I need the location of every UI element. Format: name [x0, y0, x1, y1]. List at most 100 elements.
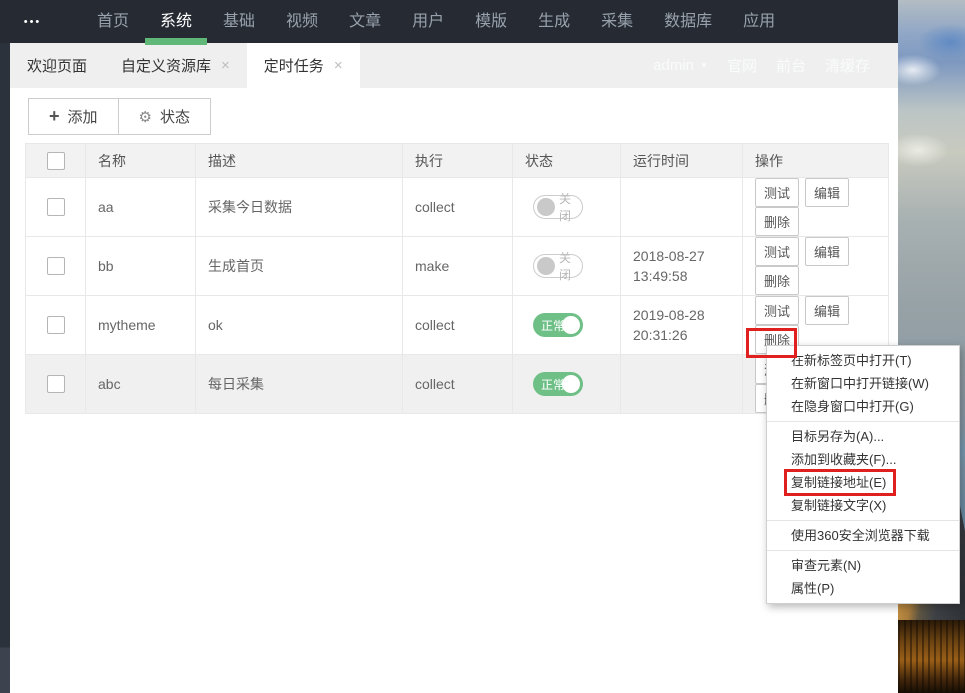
main-content: + 添加 ⚙ 状态 名称 描述 执行 状态 运行时间 操作 aa 采集今日数据 collect… — [10, 88, 898, 693]
status-toggle-label: 关闭 — [559, 251, 572, 282]
table-row: abc每日采集collect正常测试编辑删除 — [25, 354, 889, 414]
action-test-button[interactable]: 测试 — [755, 296, 800, 325]
cell-exec: collect — [402, 177, 513, 237]
status-button-label: 状态 — [159, 109, 190, 126]
context-menu-item[interactable]: 在新标签页中打开(T) — [767, 349, 959, 372]
context-menu-item[interactable]: 复制链接地址(E) — [767, 471, 959, 494]
action-delete-button[interactable]: 删除 — [755, 266, 800, 295]
context-menu: 在新标签页中打开(T) 在新窗口中打开链接(W) 在隐身窗口中打开(G) 目标另存为(… — [766, 345, 960, 604]
cell-name: bb — [85, 236, 196, 296]
action-edit-button[interactable]: 编辑 — [805, 296, 850, 325]
tabs: 欢迎页面 自定义资源库 × 定时任务 × — [10, 43, 360, 88]
col-header-4: 状态 — [512, 143, 621, 178]
col-header-6: 操作 — [742, 143, 889, 178]
context-menu-item[interactable]: 属性(P) — [767, 577, 959, 600]
toggle-knob-icon — [562, 316, 580, 334]
action-delete-button[interactable]: 删除 — [755, 207, 800, 236]
context-menu-item[interactable]: 使用360安全浏览器下载 — [767, 524, 959, 547]
row-checkbox[interactable] — [46, 375, 65, 393]
userbar-link-1[interactable]: 官网 — [727, 55, 757, 76]
action-test-button[interactable]: 测试 — [755, 178, 800, 207]
wallpaper-water — [898, 620, 965, 693]
select-all-checkbox[interactable] — [46, 151, 65, 170]
cell-runtime — [620, 177, 743, 237]
tab-close-icon[interactable]: × — [334, 57, 343, 74]
status-toggle-label: 关闭 — [559, 192, 572, 223]
userbar-link-2[interactable]: 前台 — [776, 55, 806, 76]
user-bar: admin ▼ 官网 前台 清缓存 — [653, 43, 870, 88]
status-toggle[interactable]: 正常 — [533, 313, 583, 337]
cell-name: mytheme — [85, 295, 196, 355]
task-table: 名称 描述 执行 状态 运行时间 操作 aa 采集今日数据 collect 关闭 测试 编辑删除 bb… — [25, 143, 889, 414]
col-header-5: 运行时间 — [620, 143, 743, 178]
nav-item-6[interactable]: 用户 — [412, 0, 444, 43]
toggle-knob-icon — [537, 198, 555, 216]
nav-item-7[interactable]: 模版 — [475, 0, 507, 43]
gear-icon: ⚙ — [138, 108, 152, 126]
cell-exec: make — [402, 236, 513, 296]
cell-description: 采集今日数据 — [195, 177, 403, 237]
context-menu-item[interactable]: 添加到收藏夹(F)... — [767, 448, 959, 471]
nav-item-4[interactable]: 视频 — [286, 0, 318, 43]
table-row: bb 生成首页 make 关闭 2018-08-27 13:49:58 测试 编辑删除 — [25, 236, 889, 296]
caret-down-icon: ▼ — [700, 61, 708, 70]
col-header-2: 描述 — [195, 143, 403, 178]
tab-bar: 欢迎页面 自定义资源库 × 定时任务 × admin ▼ 官网 前台 清缓存 — [10, 43, 898, 88]
toggle-knob-icon — [537, 257, 555, 275]
table-row: mytheme ok collect 正常 2019-08-28 20:31:26 测试编… — [25, 295, 889, 355]
status-toggle[interactable]: 关闭 — [533, 251, 583, 282]
nav-item-9[interactable]: 采集 — [601, 0, 633, 43]
plus-icon: + — [49, 106, 60, 126]
status-toggle[interactable]: 正常 — [533, 372, 583, 396]
cell-runtime — [620, 354, 743, 414]
nav-item-3[interactable]: 基础 — [223, 0, 255, 43]
row-checkbox[interactable] — [46, 198, 65, 216]
col-header-1: 名称 — [85, 143, 196, 178]
row-checkbox[interactable] — [46, 316, 65, 334]
action-edit-button[interactable]: 编辑 — [805, 237, 850, 266]
collapsed-sidebar[interactable] — [0, 43, 10, 693]
userbar-link-3[interactable]: 清缓存 — [825, 55, 870, 76]
cell-exec: collect — [402, 354, 513, 414]
add-button-label: 添加 — [67, 109, 98, 126]
tab-3[interactable]: 定时任务 × — [246, 43, 360, 88]
table-row: aa 采集今日数据 collect 关闭 测试 编辑删除 — [25, 177, 889, 237]
context-menu-item[interactable]: 复制链接文字(X) — [767, 494, 959, 517]
screen: ••• 首页 系统 基础 视频 文章 用户 模版 生成 采集 数据库 应用 欢迎页面 自定义资源库 × 定… — [0, 0, 965, 693]
cell-name: aa — [85, 177, 196, 237]
row-checkbox[interactable] — [46, 257, 65, 275]
context-menu-item[interactable]: 目标另存为(A)... — [767, 425, 959, 448]
add-button[interactable]: + 添加 — [28, 98, 119, 135]
context-menu-item[interactable]: 审查元素(N) — [767, 554, 959, 577]
cell-description: 每日采集 — [195, 354, 403, 414]
action-test-button[interactable]: 测试 — [755, 237, 800, 266]
username: admin — [653, 57, 695, 74]
nav-item-11[interactable]: 应用 — [743, 0, 775, 43]
cell-description: 生成首页 — [195, 236, 403, 296]
context-menu-item[interactable]: 在隐身窗口中打开(G) — [767, 395, 959, 418]
cell-name: abc — [85, 354, 196, 414]
tab-close-icon[interactable]: × — [221, 57, 230, 74]
context-menu-item[interactable]: 在新窗口中打开链接(W) — [767, 372, 959, 395]
nav-item-10[interactable]: 数据库 — [664, 0, 712, 43]
user-menu[interactable]: admin ▼ — [653, 57, 708, 74]
admin-window: ••• 首页 系统 基础 视频 文章 用户 模版 生成 采集 数据库 应用 欢迎页面 自定义资源库 × 定… — [0, 0, 960, 693]
table-header-row: 名称 描述 执行 状态 运行时间 操作 — [25, 143, 889, 178]
action-edit-button[interactable]: 编辑 — [805, 178, 850, 207]
nav-item-8[interactable]: 生成 — [538, 0, 570, 43]
more-menu-icon[interactable]: ••• — [0, 16, 65, 28]
nav-item-1[interactable]: 首页 — [97, 0, 129, 43]
tab-label: 欢迎页面 — [27, 58, 88, 75]
status-toggle[interactable]: 关闭 — [533, 192, 583, 223]
nav-item-2[interactable]: 系统 — [160, 0, 192, 43]
nav-item-5[interactable]: 文章 — [349, 0, 381, 43]
tab-label: 定时任务 — [263, 58, 324, 75]
status-button[interactable]: ⚙ 状态 — [117, 98, 211, 135]
tab-1[interactable]: 欢迎页面 — [10, 43, 104, 88]
col-header-3: 执行 — [402, 143, 513, 178]
tab-2[interactable]: 自定义资源库 × — [104, 43, 247, 88]
nav-items: 首页 系统 基础 视频 文章 用户 模版 生成 采集 数据库 应用 — [97, 0, 775, 43]
tab-label: 自定义资源库 — [121, 58, 212, 75]
toolbar: + 添加 ⚙ 状态 — [28, 98, 211, 135]
cell-runtime: 2018-08-27 13:49:58 — [620, 236, 743, 296]
